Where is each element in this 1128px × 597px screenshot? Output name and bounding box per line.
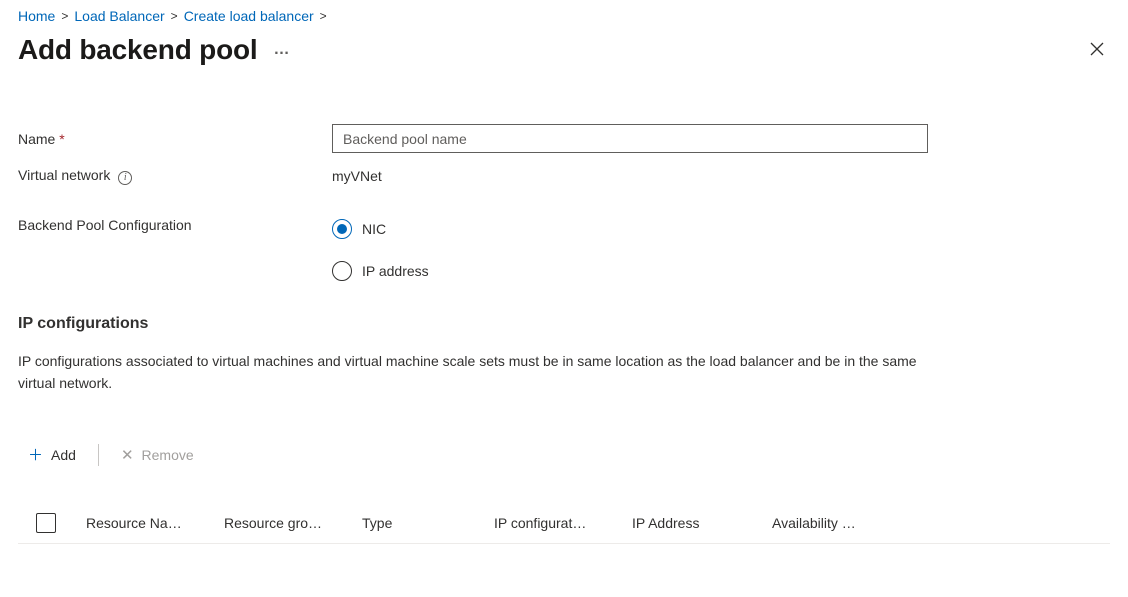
column-header-ip-config[interactable]: IP configurat… bbox=[494, 515, 632, 531]
remove-button[interactable]: ✕ Remove bbox=[117, 444, 198, 466]
vnet-value: myVNet bbox=[332, 168, 382, 184]
more-icon[interactable]: … bbox=[273, 41, 290, 59]
select-all-checkbox[interactable] bbox=[36, 513, 56, 533]
column-header-availability[interactable]: Availability … bbox=[772, 515, 910, 531]
column-header-type[interactable]: Type bbox=[362, 515, 494, 531]
breadcrumb: Home > Load Balancer > Create load balan… bbox=[18, 8, 1110, 24]
label-vnet: Virtual network i bbox=[18, 167, 332, 185]
label-name: Name * bbox=[18, 131, 332, 147]
section-description: IP configurations associated to virtual … bbox=[18, 351, 918, 394]
chevron-right-icon: > bbox=[61, 9, 68, 23]
row-config: Backend Pool Configuration NIC IP addres… bbox=[18, 217, 1110, 281]
radio-ip-address[interactable]: IP address bbox=[332, 261, 429, 281]
breadcrumb-item-home[interactable]: Home bbox=[18, 8, 55, 24]
toolbar-divider bbox=[98, 444, 99, 466]
row-vnet: Virtual network i myVNet bbox=[18, 167, 1110, 185]
close-icon: ✕ bbox=[121, 446, 134, 464]
page-title: Add backend pool bbox=[18, 34, 257, 66]
breadcrumb-item-load-balancer[interactable]: Load Balancer bbox=[74, 8, 164, 24]
radio-icon bbox=[332, 219, 352, 239]
column-header-ip-address[interactable]: IP Address bbox=[632, 515, 772, 531]
table-header: Resource Na… Resource gro… Type IP confi… bbox=[18, 503, 1110, 544]
column-header-resource-name[interactable]: Resource Na… bbox=[86, 515, 224, 531]
required-indicator: * bbox=[59, 131, 64, 147]
radio-label: NIC bbox=[362, 221, 386, 237]
close-icon[interactable] bbox=[1084, 38, 1110, 63]
radio-group-config: NIC IP address bbox=[332, 217, 429, 281]
add-label: Add bbox=[51, 447, 76, 463]
toolbar: ＋ Add ✕ Remove bbox=[18, 442, 1110, 467]
chevron-right-icon: > bbox=[171, 9, 178, 23]
info-icon[interactable]: i bbox=[118, 171, 132, 185]
name-input[interactable] bbox=[332, 124, 928, 153]
radio-icon bbox=[332, 261, 352, 281]
form: Name * Virtual network i myVNet Backend … bbox=[18, 124, 1110, 281]
column-header-resource-group[interactable]: Resource gro… bbox=[224, 515, 362, 531]
radio-label: IP address bbox=[362, 263, 429, 279]
plus-icon: ＋ bbox=[28, 444, 43, 465]
section-heading-ip-configurations: IP configurations bbox=[18, 315, 1110, 333]
add-button[interactable]: ＋ Add bbox=[24, 442, 80, 467]
page-header: Add backend pool … bbox=[18, 34, 1110, 66]
breadcrumb-item-create-load-balancer[interactable]: Create load balancer bbox=[184, 8, 314, 24]
radio-nic[interactable]: NIC bbox=[332, 219, 429, 239]
label-config: Backend Pool Configuration bbox=[18, 217, 332, 233]
row-name: Name * bbox=[18, 124, 1110, 153]
chevron-right-icon: > bbox=[320, 9, 327, 23]
remove-label: Remove bbox=[142, 447, 194, 463]
